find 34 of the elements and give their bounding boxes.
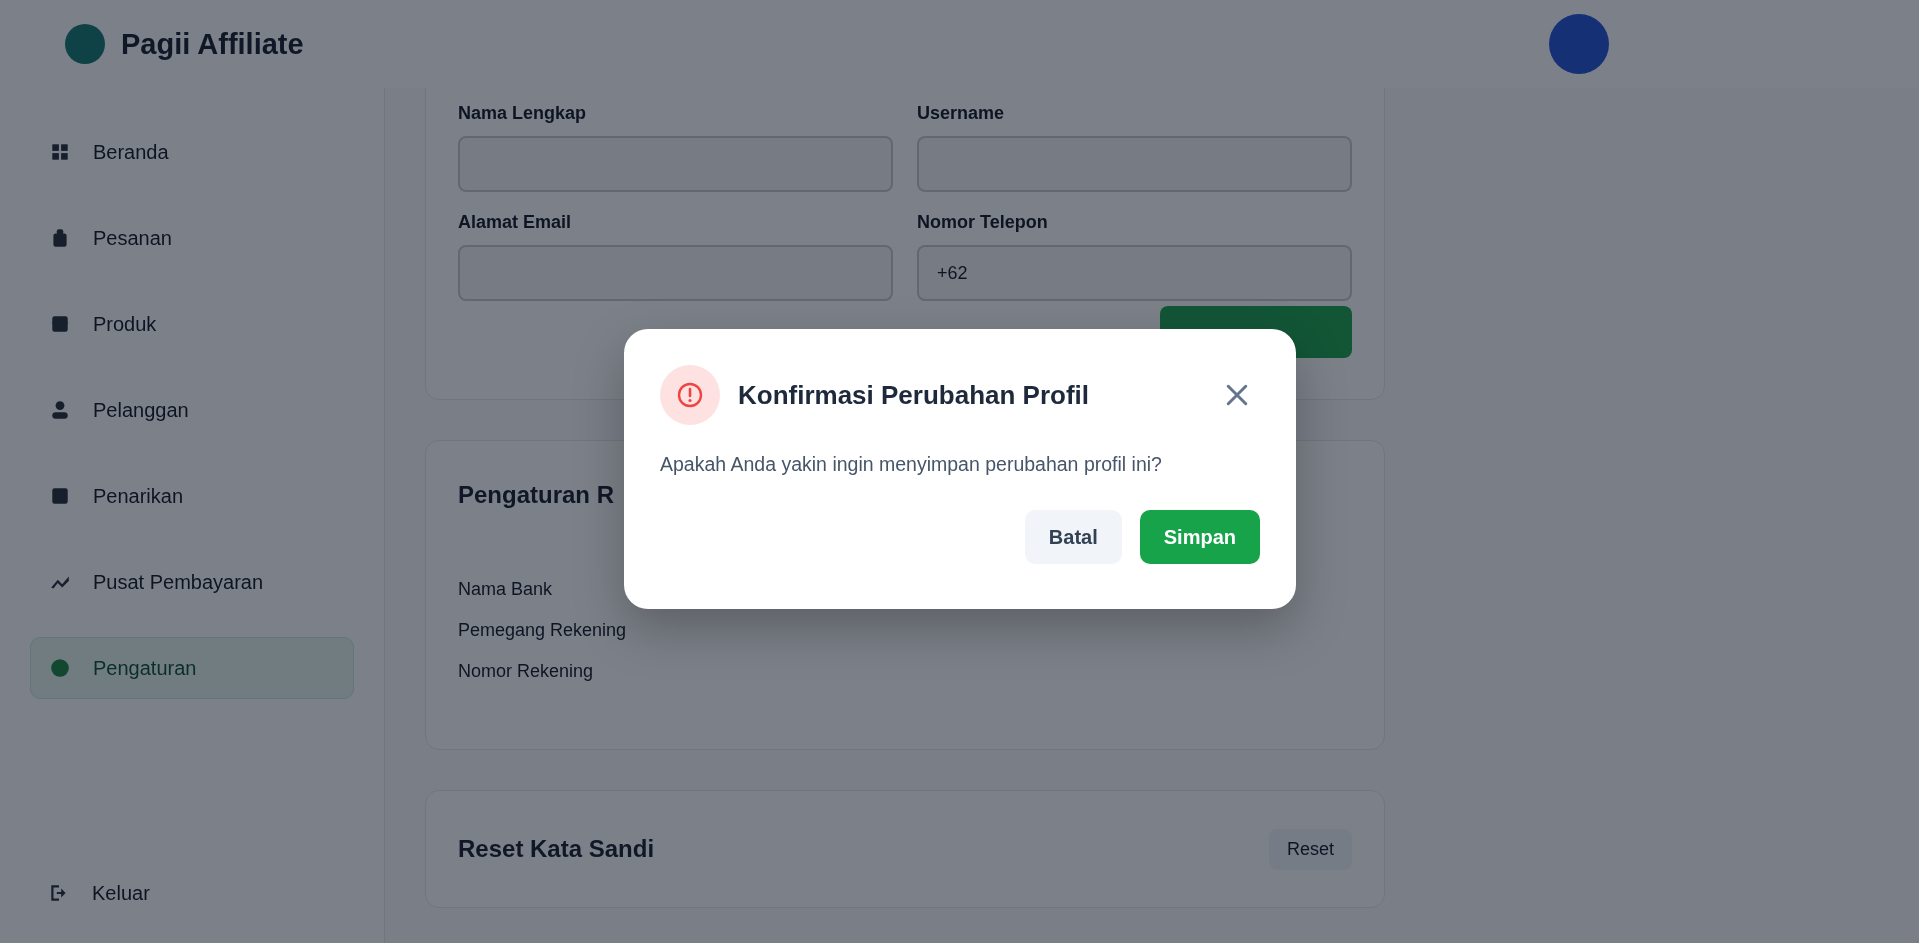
- sidebar-item[interactable]: Penarikan: [30, 465, 354, 527]
- save-button[interactable]: Simpan: [1139, 510, 1260, 564]
- logout-link[interactable]: Keluar: [30, 873, 354, 913]
- avatar-icon[interactable]: [1549, 14, 1609, 74]
- field-label: Alamat Email: [458, 212, 573, 233]
- sidebar-item[interactable]: Beranda: [30, 121, 354, 183]
- dialog-message: Apakah Anda yakin ingin menyimpan perubahan profil ini?: [660, 453, 1163, 476]
- section-title: Reset Kata Sandi: [458, 835, 655, 863]
- row-label: Nama Bank: [458, 579, 554, 600]
- sidebar-item[interactable]: Pusat Pembayaran: [30, 551, 354, 613]
- sidebar-item[interactable]: Pelanggan: [30, 379, 354, 441]
- logo-icon: [65, 24, 105, 64]
- sidebar-item[interactable]: Pengaturan: [30, 637, 354, 699]
- field-label: Username: [917, 103, 1006, 124]
- input-field[interactable]: +62: [917, 245, 1352, 301]
- box-icon: [49, 313, 71, 335]
- brand-name: Pagii Affiliate: [121, 27, 304, 61]
- input-field[interactable]: [458, 136, 893, 192]
- field-label: Nama Lengkap: [458, 103, 588, 124]
- sidebar-item[interactable]: Pesanan: [30, 207, 354, 269]
- input-field[interactable]: [458, 245, 893, 301]
- sidebar-item[interactable]: Produk: [30, 293, 354, 355]
- row-label: Pemegang Rekening: [458, 620, 628, 641]
- reset-button[interactable]: Reset: [1268, 828, 1352, 870]
- user-icon: [49, 399, 71, 421]
- field-label: Nomor Telepon: [917, 212, 1049, 233]
- warning-icon: [660, 365, 720, 425]
- phone-prefix: +62: [937, 262, 968, 284]
- grid-icon: [49, 141, 71, 163]
- row-label: Nomor Rekening: [458, 661, 595, 682]
- input-field[interactable]: [917, 136, 1352, 192]
- section-title: Pengaturan R: [458, 481, 616, 509]
- cancel-button[interactable]: Batal: [1024, 510, 1122, 564]
- dialog-title: Konfirmasi Perubahan Profil: [738, 379, 1091, 411]
